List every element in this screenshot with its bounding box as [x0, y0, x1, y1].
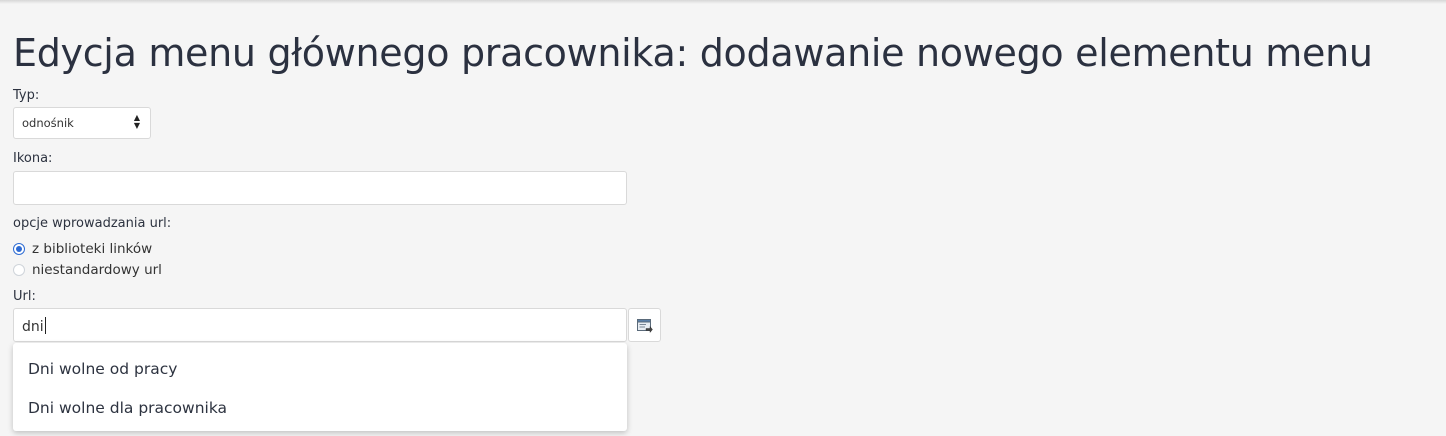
type-select[interactable]: odnośnik ▲ ▼	[13, 107, 151, 139]
url-options-label: opcje wprowadzania url:	[13, 216, 172, 231]
url-input-text: dni	[22, 319, 44, 335]
icon-label: Ikona:	[13, 151, 53, 166]
radio-button-checked[interactable]	[13, 243, 25, 255]
link-picker-button[interactable]	[628, 308, 661, 342]
suggestion-item[interactable]: Dni wolne dla pracownika	[28, 399, 227, 417]
link-picker-icon	[637, 319, 653, 333]
url-label: Url:	[13, 289, 36, 304]
type-select-value: odnośnik	[22, 116, 74, 130]
text-caret	[44, 317, 46, 334]
radio-button-unchecked[interactable]	[13, 264, 25, 276]
type-label: Typ:	[13, 88, 40, 103]
url-input[interactable]: dni	[13, 308, 627, 342]
suggestion-item[interactable]: Dni wolne od pracy	[28, 360, 177, 378]
page-title: Edycja menu głównego pracownika: dodawan…	[13, 31, 1373, 75]
icon-input[interactable]	[13, 171, 627, 205]
radio-link-library-label: z biblioteki linków	[32, 241, 153, 257]
page: Edycja menu głównego pracownika: dodawan…	[13, 0, 1433, 436]
select-arrows-icon: ▲ ▼	[133, 113, 140, 130]
radio-custom-url-label: niestandardowy url	[32, 262, 162, 278]
url-suggestions-dropdown: Dni wolne od pracy Dni wolne dla pracown…	[13, 343, 627, 431]
url-input-value: dni	[22, 317, 46, 335]
